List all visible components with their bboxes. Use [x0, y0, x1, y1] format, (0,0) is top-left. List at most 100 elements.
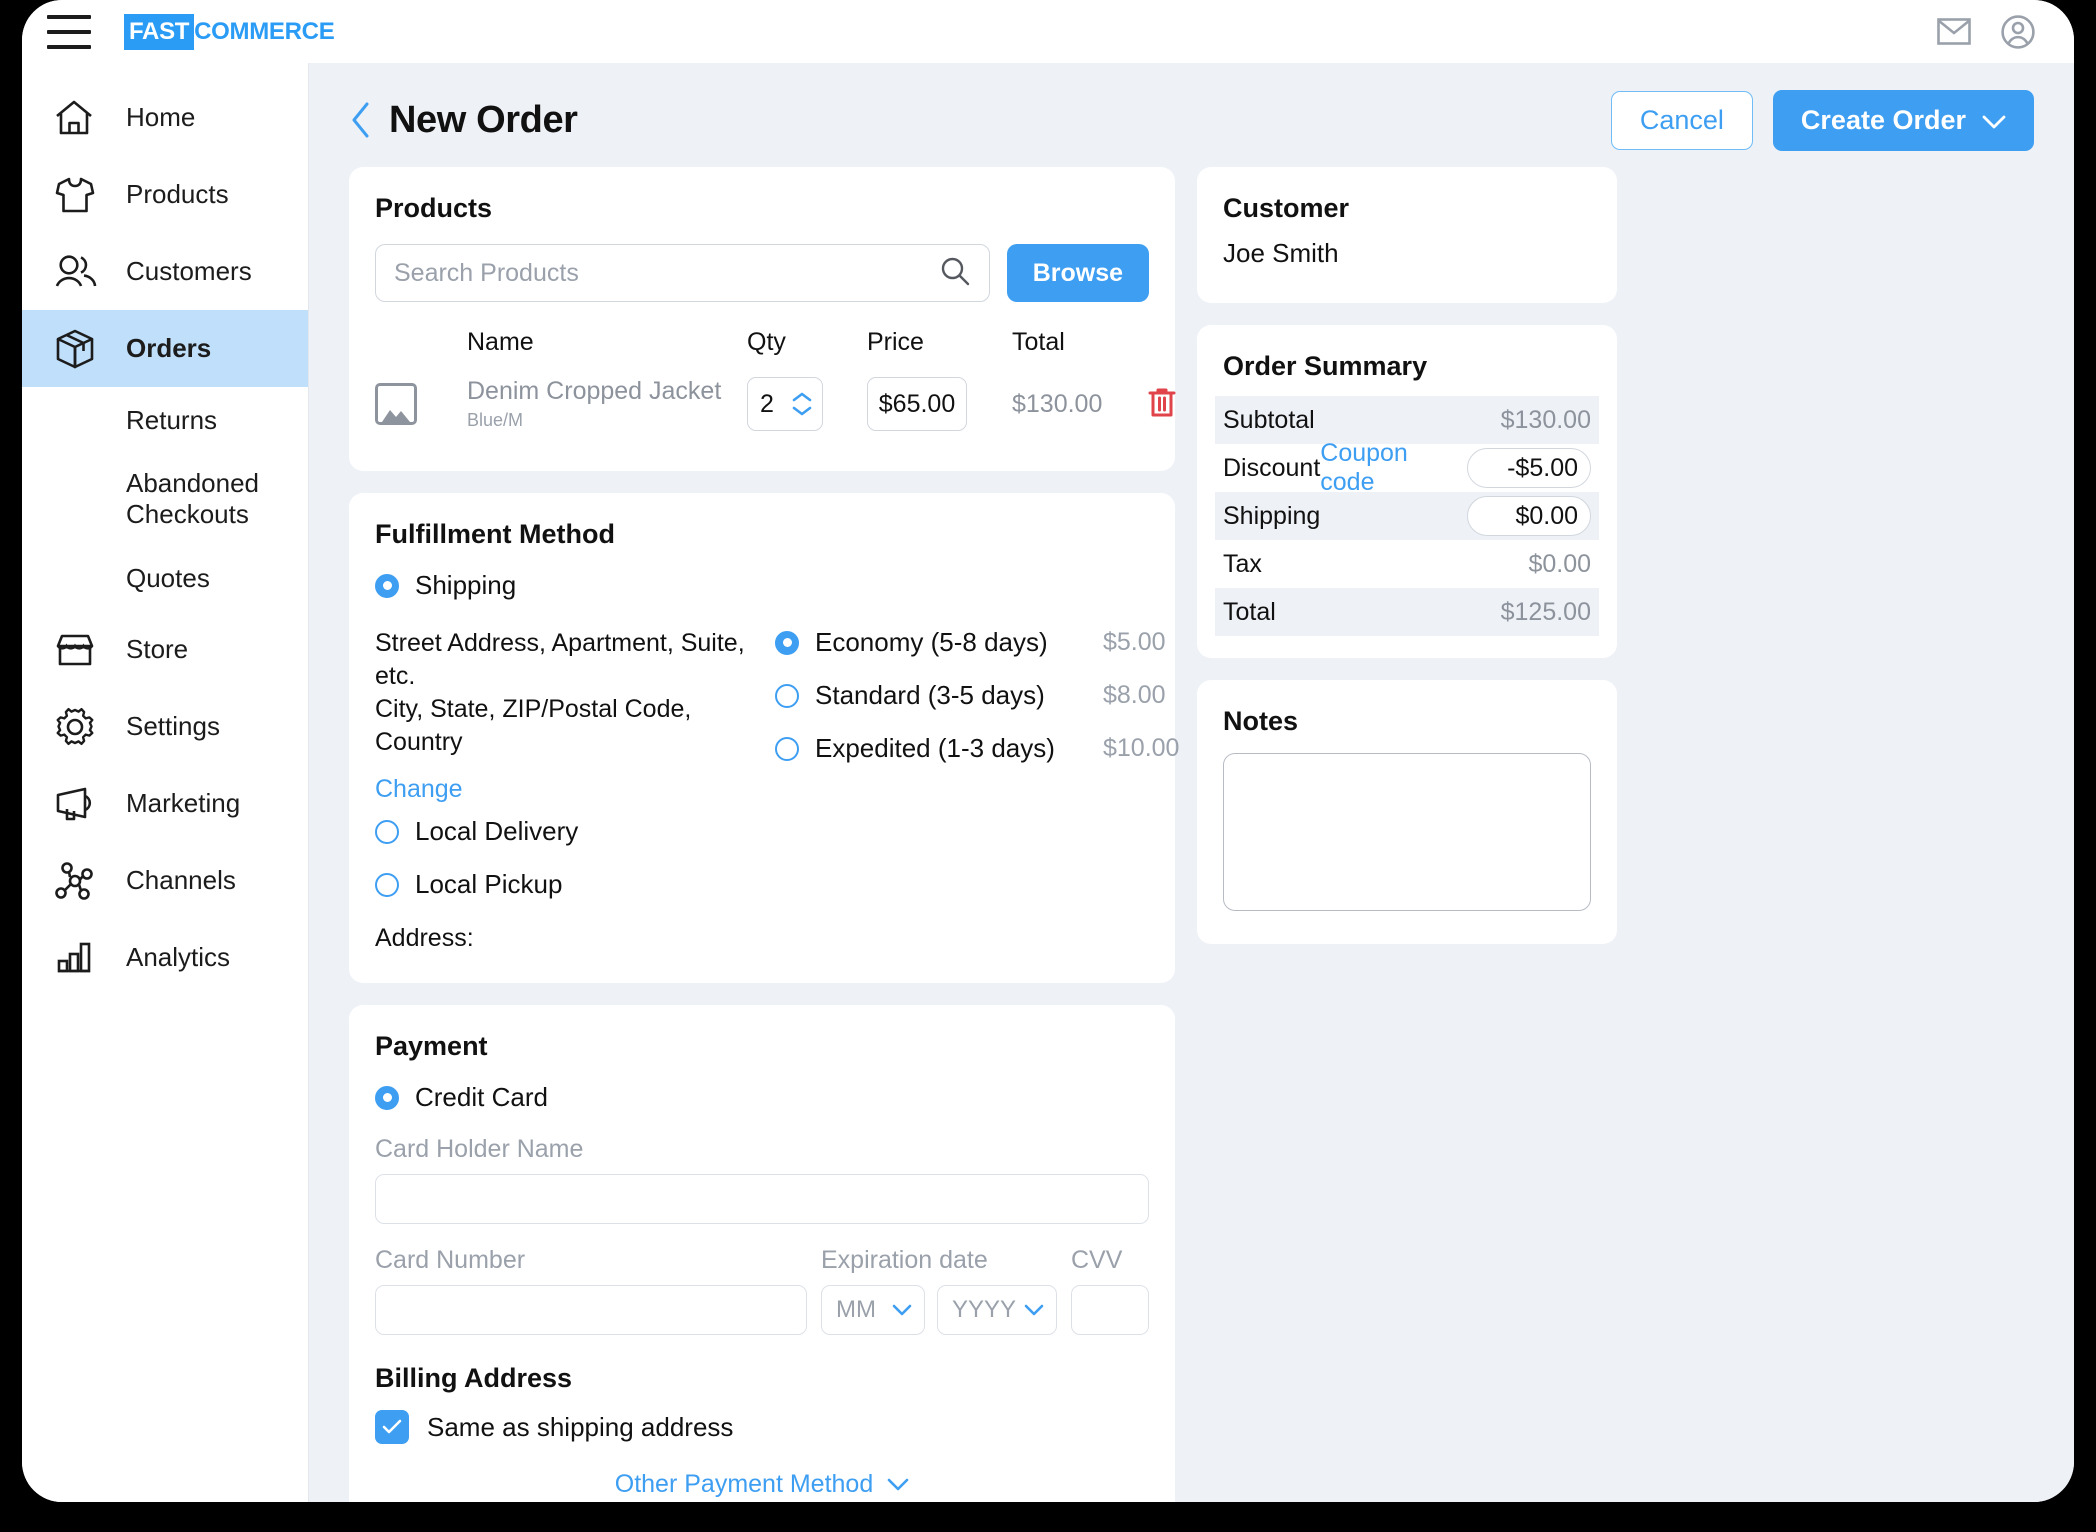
sidebar-item-customers[interactable]: Customers — [22, 233, 308, 310]
expiration-month-select[interactable]: MM — [821, 1285, 925, 1335]
col-total-header: Total — [1012, 328, 1065, 356]
shipping-rate-economy[interactable]: Economy (5-8 days) $5.00 — [775, 627, 1179, 658]
summary-value: $125.00 — [1500, 597, 1591, 626]
sidebar-item-orders[interactable]: Orders — [22, 310, 308, 387]
sidebar-item-quotes[interactable]: Quotes — [22, 545, 308, 611]
radio-shipping[interactable] — [375, 573, 399, 598]
coupon-code-link[interactable]: Coupon code — [1320, 439, 1453, 497]
stepper-arrows[interactable] — [791, 391, 813, 417]
hamburger-menu-icon[interactable] — [47, 14, 91, 49]
sidebar-item-label: Orders — [126, 333, 212, 363]
sidebar-item-home[interactable]: Home — [22, 79, 308, 156]
cancel-button[interactable]: Cancel — [1610, 90, 1753, 150]
expiration-year-select[interactable]: YYYY — [937, 1285, 1057, 1335]
summary-label: Total — [1223, 597, 1276, 626]
col-qty-header: Qty — [747, 328, 786, 356]
fulfillment-option-local-delivery[interactable]: Local Delivery — [375, 816, 1149, 847]
pickup-address-label: Address: — [375, 924, 474, 952]
chevron-down-icon — [1982, 105, 2006, 136]
summary-row-discount: Discount Coupon code — [1215, 439, 1599, 496]
radio-expedited[interactable] — [775, 736, 799, 761]
top-bar-actions — [1936, 14, 2036, 50]
quantity-value: 2 — [760, 389, 774, 418]
network-icon — [54, 861, 106, 901]
chevron-down-icon — [892, 1304, 912, 1316]
cvv-label: CVV — [1071, 1246, 1123, 1274]
sidebar-item-marketing[interactable]: Marketing — [22, 765, 308, 842]
summary-label: Shipping — [1223, 501, 1321, 530]
shipping-input[interactable] — [1467, 496, 1591, 536]
chevron-left-icon[interactable] — [349, 101, 371, 139]
same-as-shipping-row[interactable]: Same as shipping address — [375, 1410, 1149, 1444]
shipping-rate-label: Expedited (1-3 days) — [815, 733, 1055, 763]
sidebar-item-label: Settings — [126, 711, 220, 741]
quantity-stepper[interactable]: 2 — [747, 377, 823, 431]
right-column: Customer Joe Smith Order Summary Subtota… — [1197, 167, 1617, 1502]
sidebar-item-abandoned-checkouts[interactable]: Abandoned Checkouts — [22, 453, 308, 545]
account-circle-icon[interactable] — [2000, 14, 2036, 50]
search-icon[interactable] — [939, 255, 971, 292]
sidebar-item-label: Analytics — [126, 942, 231, 972]
radio-standard[interactable] — [775, 683, 799, 708]
sidebar-item-settings[interactable]: Settings — [22, 688, 308, 765]
logo-fast-text: FAST — [124, 13, 195, 50]
image-placeholder-icon — [375, 383, 417, 425]
shipping-address-block: Street Address, Apartment, Suite, etc. C… — [375, 627, 775, 804]
same-as-shipping-checkbox[interactable] — [375, 1410, 409, 1444]
notes-textarea[interactable] — [1223, 753, 1591, 911]
expiration-selects: MM YYYY — [821, 1285, 1057, 1335]
content-columns: Products Browse Name Qty — [349, 167, 2034, 1502]
price-input[interactable]: $65.00 — [867, 377, 967, 431]
users-icon — [54, 254, 106, 290]
address-line-1: Street Address, Apartment, Suite, etc. — [375, 629, 745, 690]
home-icon — [54, 99, 106, 137]
col-price-header: Price — [867, 328, 924, 356]
summary-row-subtotal: Subtotal $130.00 — [1215, 396, 1599, 444]
sidebar-item-analytics[interactable]: Analytics — [22, 919, 308, 996]
mail-icon[interactable] — [1936, 14, 1972, 50]
change-address-link[interactable]: Change — [375, 775, 775, 804]
payment-card: Payment Credit Card Card Holder Name Car… — [349, 1005, 1175, 1502]
product-search-box[interactable] — [375, 244, 990, 302]
expiration-date-label: Expiration date — [821, 1246, 988, 1274]
sidebar-item-channels[interactable]: Channels — [22, 842, 308, 919]
sidebar-item-label: Customers — [126, 256, 252, 286]
gear-icon — [54, 706, 106, 748]
radio-credit-card[interactable] — [375, 1085, 399, 1110]
trash-icon — [1148, 388, 1176, 416]
delete-line-button[interactable] — [1132, 386, 1192, 423]
products-table-header: Name Qty Price Total — [375, 328, 1149, 357]
header-actions: Cancel Create Order — [1610, 89, 2034, 151]
fulfillment-option-local-pickup[interactable]: Local Pickup — [375, 869, 1149, 900]
products-card-title: Products — [375, 193, 493, 223]
product-name-cell: Denim Cropped Jacket Blue/M — [467, 377, 747, 432]
sidebar-item-store[interactable]: Store — [22, 611, 308, 688]
radio-local-delivery[interactable] — [375, 819, 399, 844]
card-number-input[interactable] — [375, 1285, 807, 1335]
products-card: Products Browse Name Qty — [349, 167, 1176, 471]
other-payment-method-link[interactable]: Other Payment Method — [375, 1470, 1149, 1499]
summary-label: Subtotal — [1223, 405, 1315, 434]
cvv-input[interactable] — [1071, 1285, 1149, 1335]
top-bar: FAST COMMERCE — [22, 0, 2074, 63]
card-holder-input[interactable] — [375, 1174, 1149, 1224]
search-input[interactable] — [394, 258, 939, 288]
app-window: FAST COMMERCE Home Products Customers Or… — [22, 0, 2074, 1502]
radio-local-pickup[interactable] — [375, 872, 399, 897]
chevron-down-icon — [887, 1478, 909, 1491]
browse-button[interactable]: Browse — [1006, 244, 1149, 302]
payment-method-credit-card[interactable]: Credit Card — [375, 1082, 1149, 1113]
fulfillment-option-shipping[interactable]: Shipping — [375, 570, 1149, 601]
col-name-header: Name — [467, 328, 534, 356]
payment-method-label: Credit Card — [415, 1082, 548, 1112]
shipping-rate-options: Economy (5-8 days) $5.00 Standard (3-5 d… — [775, 627, 1179, 804]
shipping-rate-expedited[interactable]: Expedited (1-3 days) $10.00 — [775, 733, 1179, 764]
shipping-rate-standard[interactable]: Standard (3-5 days) $8.00 — [775, 680, 1179, 711]
sidebar-item-products[interactable]: Products — [22, 156, 308, 233]
radio-economy[interactable] — [775, 630, 799, 655]
shipping-rate-label: Standard (3-5 days) — [815, 680, 1045, 710]
create-order-button[interactable]: Create Order — [1772, 89, 2034, 151]
summary-row-total: Total $125.00 — [1215, 588, 1599, 636]
discount-input[interactable] — [1467, 448, 1591, 488]
sidebar-item-returns[interactable]: Returns — [22, 387, 308, 453]
